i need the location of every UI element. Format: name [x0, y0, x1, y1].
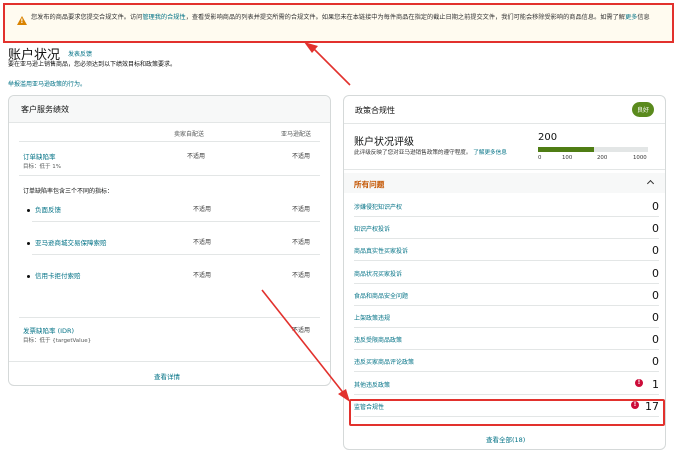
issue-count: 0 — [652, 311, 659, 324]
warning-icon — [17, 16, 27, 25]
na-value: 不适用 — [193, 206, 212, 213]
feedback-link[interactable]: 发表反馈 — [68, 49, 92, 58]
issue-row[interactable]: 商品真实性买家投诉 0 — [354, 239, 659, 262]
compliance-warning-banner: 您发布的商品要求您提交合规文件。访问管理我的合规性，查看受影响商品的列表并提交所… — [3, 3, 674, 43]
ahr-learn-more-link[interactable]: 了解更多信息 — [473, 150, 507, 156]
issue-count: 0 — [652, 266, 659, 280]
bullet-icon — [27, 274, 30, 278]
all-issues-header[interactable]: 所有问题 — [344, 173, 665, 193]
issue-count: 0 — [652, 244, 659, 258]
ahr-score: 200 — [538, 132, 558, 143]
na-value: 不适用 — [292, 272, 311, 279]
issue-count: 0 — [652, 355, 659, 369]
issue-count: 0 — [652, 288, 659, 302]
customer-service-card: 客户服务绩效 卖家自配送 亚马逊配送 订单缺陷率 目标：低于 1% 不适用 不适… — [8, 95, 331, 386]
odr-amazon-value: 不适用 — [292, 153, 311, 160]
na-value: 不适用 — [193, 272, 212, 279]
issue-count: 0 — [652, 200, 659, 213]
sub-metric-chargeback[interactable]: 信用卡拒付索赔 — [27, 270, 81, 280]
bullet-icon — [27, 241, 30, 245]
issue-row[interactable]: 食品和商品安全问题 0 — [354, 284, 659, 306]
issue-link[interactable]: 涉嫌侵犯知识产权 — [354, 202, 402, 211]
ahr-score-bar — [538, 147, 648, 152]
sub-metric-negative-feedback[interactable]: 负面反馈 — [27, 204, 61, 214]
issue-count: 0 — [652, 333, 659, 347]
issue-row[interactable]: 知识产权投诉 0 — [354, 217, 659, 240]
ahr-tick: 1000 — [633, 155, 647, 161]
policy-compliance-card: 政策合规性 良好 账户状况评级 此评级反映了您对亚马逊销售政策的遵守程度。 了解… — [343, 95, 666, 450]
col-header-seller: 卖家自配送 — [174, 131, 205, 138]
chevron-up-icon[interactable] — [646, 179, 655, 188]
na-value: 不适用 — [292, 206, 311, 213]
issue-link[interactable]: 上架政策违规 — [354, 313, 390, 322]
alert-icon: ! — [635, 378, 643, 387]
odr-intro: 订单缺陷率包含三个不同的指标： — [23, 188, 114, 195]
issue-count: 1 — [652, 377, 659, 391]
issue-row[interactable]: 商品状况买家投诉 0 — [354, 262, 659, 284]
ahr-tick: 0 — [538, 155, 542, 161]
customer-service-heading: 客户服务绩效 — [9, 96, 330, 123]
bullet-icon — [27, 208, 30, 212]
page-subtitle: 要在亚马逊上销售商品，您必须达到以下绩效目标和政策要求。 — [8, 61, 177, 68]
idr-link[interactable]: 发票缺陷率 (IDR) — [23, 325, 74, 335]
na-value: 不适用 — [193, 239, 212, 246]
issue-link[interactable]: 食品和商品安全问题 — [354, 291, 408, 300]
idr-target: 目标：低于 {targetValue} — [23, 338, 92, 344]
view-all-link[interactable]: 查看全部(18) — [486, 434, 525, 444]
odr-seller-value: 不适用 — [187, 153, 206, 160]
issue-link[interactable]: 违反受限商品政策 — [354, 335, 402, 344]
odr-target: 目标：低于 1% — [23, 164, 61, 170]
ahr-title: 账户状况评级 — [354, 137, 414, 148]
issue-row[interactable]: 违反受限商品政策 0 — [354, 328, 659, 351]
all-issues-label: 所有问题 — [354, 180, 385, 189]
manage-compliance-link[interactable]: 管理我的合规性 — [142, 14, 185, 21]
na-value: 不适用 — [292, 239, 311, 246]
policy-heading: 政策合规性 — [355, 106, 395, 115]
issue-row[interactable]: 涉嫌侵犯知识产权 0 — [354, 195, 659, 217]
issue-link[interactable]: 商品真实性买家投诉 — [354, 246, 408, 255]
odr-link[interactable]: 订单缺陷率 — [23, 151, 56, 161]
banner-text: 您发布的商品要求您提交合规文件。访问管理我的合规性，查看受影响商品的列表并提交所… — [31, 14, 650, 21]
highlight-annotation-box — [349, 399, 665, 426]
ahr-tick: 200 — [597, 155, 608, 161]
report-abuse-link[interactable]: 举报滥用亚马逊政策的行为。 — [8, 79, 86, 88]
account-health-rating: 账户状况评级 此评级反映了您对亚马逊销售政策的遵守程度。 了解更多信息 200 … — [344, 123, 665, 170]
ahr-score-fill — [538, 147, 594, 152]
ahr-description: 此评级反映了您对亚马逊销售政策的遵守程度。 了解更多信息 — [354, 150, 507, 156]
view-details-link[interactable]: 查看详情 — [154, 371, 180, 381]
issue-link[interactable]: 违反买家商品评论政策 — [354, 357, 414, 366]
issue-row[interactable]: 上架政策违规 0 — [354, 306, 659, 328]
issue-row[interactable]: 其他违反政策! 1 — [354, 373, 659, 395]
ahr-tick: 100 — [562, 155, 573, 161]
status-badge: 良好 — [631, 102, 654, 117]
issue-row[interactable]: 违反买家商品评论政策 0 — [354, 350, 659, 373]
issue-link[interactable]: 知识产权投诉 — [354, 224, 390, 233]
idr-amazon-value: 不适用 — [292, 327, 311, 334]
issue-count: 0 — [652, 222, 659, 236]
col-header-amazon: 亚马逊配送 — [281, 131, 312, 138]
sub-metric-a-to-z[interactable]: 亚马逊商城交易保障索赔 — [27, 237, 107, 247]
issue-link[interactable]: 其他违反政策 — [354, 380, 390, 389]
issue-link[interactable]: 商品状况买家投诉 — [354, 269, 402, 278]
learn-more-link[interactable]: 更多 — [625, 14, 637, 21]
